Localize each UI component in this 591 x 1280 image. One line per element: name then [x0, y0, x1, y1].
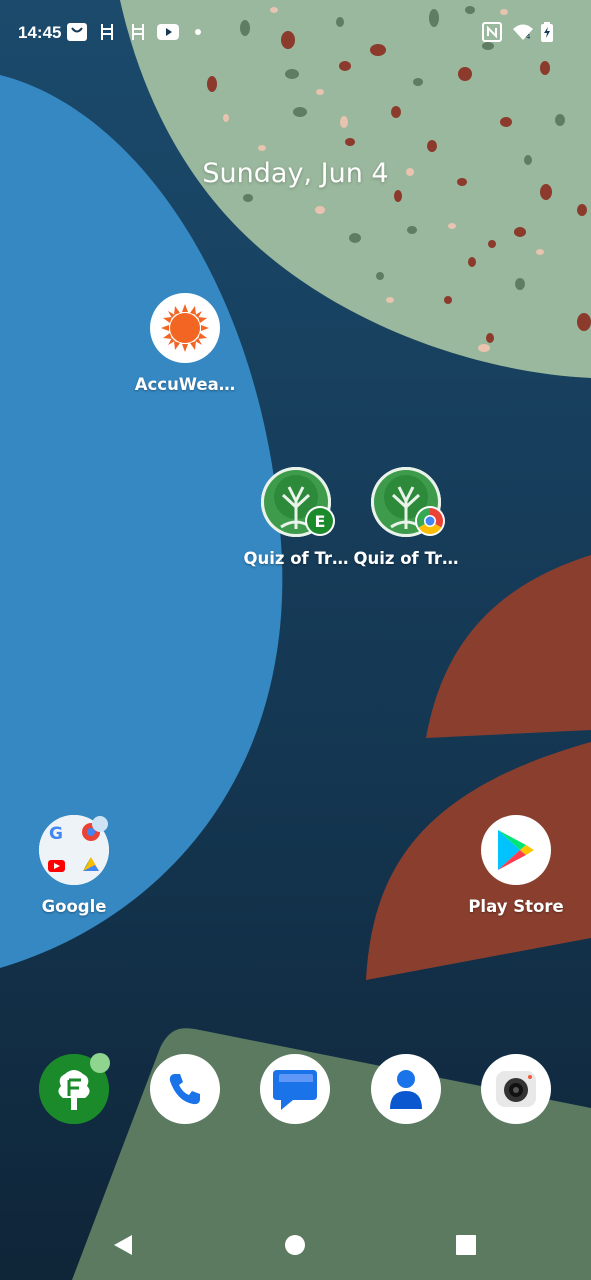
svg-text:E: E — [315, 512, 326, 531]
back-button[interactable] — [108, 1232, 138, 1262]
phone-icon[interactable] — [150, 1054, 220, 1124]
status-bar: 14:45 4 — [0, 0, 591, 64]
date-widget[interactable]: Sunday, Jun 4 — [0, 158, 591, 189]
ladder-icon — [100, 22, 114, 42]
dot-icon — [195, 22, 201, 42]
recents-icon — [455, 1234, 477, 1261]
app-label: Google — [41, 897, 107, 916]
tree-of-life-icon: E — [261, 467, 335, 537]
camera-icon[interactable] — [481, 1054, 551, 1124]
bag-icon — [66, 22, 88, 42]
app-label: Quiz of Tr… — [353, 549, 459, 568]
app-quiz-of-trees-1[interactable]: E Quiz of Tr… — [236, 467, 356, 568]
battery-charging-icon — [541, 22, 553, 42]
evergreen-badge-icon: E — [305, 506, 335, 541]
home-icon — [284, 1234, 306, 1261]
tree-of-life-icon — [371, 467, 445, 537]
ladder-icon — [131, 22, 145, 42]
app-quiz-of-trees-2[interactable]: Quiz of Tr… — [346, 467, 466, 568]
app-label: Play Store — [468, 897, 564, 916]
recents-button[interactable] — [451, 1232, 481, 1262]
accuweather-icon — [150, 293, 220, 363]
svg-text:G: G — [49, 824, 63, 844]
evergreen-app-icon[interactable] — [39, 1052, 111, 1124]
contacts-icon[interactable] — [371, 1054, 441, 1124]
folder-icon: G — [39, 815, 109, 885]
nfc-icon — [482, 22, 502, 42]
back-icon — [112, 1233, 134, 1262]
notification-dot-icon — [91, 815, 109, 838]
notification-dot-icon — [89, 1052, 111, 1079]
app-label: AccuWea… — [134, 375, 236, 394]
home-button[interactable] — [280, 1232, 310, 1262]
app-accuweather[interactable]: AccuWea… — [125, 293, 245, 394]
app-label: Quiz of Tr… — [243, 549, 349, 568]
folder-google[interactable]: G Google — [14, 815, 134, 916]
chrome-badge-icon — [415, 506, 445, 541]
youtube-icon — [157, 22, 179, 42]
play-store-icon — [481, 815, 551, 885]
app-play-store[interactable]: Play Store — [456, 815, 576, 916]
messages-icon[interactable] — [260, 1054, 330, 1124]
status-time: 14:45 — [18, 23, 62, 42]
svg-text:4: 4 — [526, 33, 531, 41]
wifi-icon: 4 — [512, 22, 534, 42]
